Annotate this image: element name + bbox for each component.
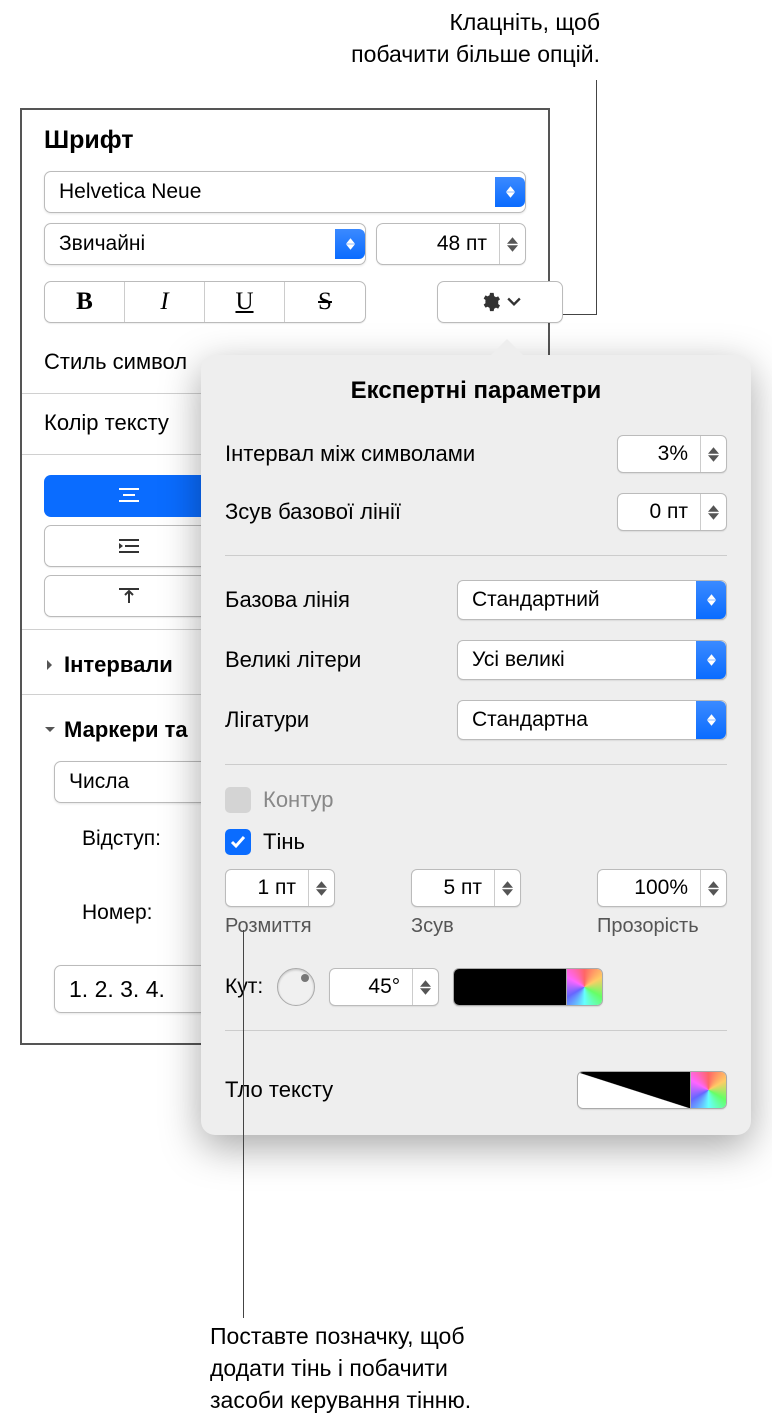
ligatures-value: Стандартна [472,708,588,732]
indent-icon [117,537,141,555]
number-label: Номер: [82,901,152,925]
shadow-checkbox-row[interactable]: Тінь [225,821,727,863]
popover-title: Експертні параметри [225,377,727,425]
text-style-group: B I U S [44,281,366,323]
shadow-opacity-caption: Прозорість [597,911,699,938]
char-spacing-value: 3% [618,442,694,466]
char-spacing-label: Інтервал між символами [225,441,617,467]
color-wheel-icon[interactable] [690,1072,726,1108]
list-type-value: Числа [69,770,129,794]
indent-label: Відступ: [82,827,161,851]
outline-checkbox-row[interactable]: Контур [225,779,727,821]
gear-icon [479,291,501,313]
spacing-label: Інтервали [64,652,173,678]
caps-label: Великі літери [225,647,457,673]
baseline-shift-field[interactable]: 0 пт [617,493,727,531]
angle-label: Кут: [225,975,263,999]
callout-bottom: Поставте позначку, щобдодати тінь і поба… [210,1320,471,1417]
font-family-value: Helvetica Neue [59,180,201,204]
outline-checkbox[interactable] [225,787,251,813]
popup-arrows-icon [495,177,525,207]
outline-label: Контур [263,787,334,813]
shadow-blur-field[interactable]: 1 пт [225,869,335,907]
callout-top: Клацніть, щобпобачити більше опцій. [351,6,600,70]
shadow-opacity-value: 100% [598,876,694,900]
font-size-value: 48 пт [377,232,493,256]
popup-arrows-icon [696,641,726,679]
advanced-options-popover: Експертні параметри Інтервал між символа… [201,355,751,1135]
indent-button[interactable] [44,525,214,567]
font-family-popup[interactable]: Helvetica Neue [44,171,526,213]
align-center-icon [117,486,141,506]
callout-line-bottom [243,930,244,1318]
font-size-stepper[interactable] [499,224,525,264]
callout-top-text: Клацніть, щобпобачити більше опцій. [351,9,600,67]
divider [225,764,727,765]
bullets-label: Маркери та [64,717,188,743]
chevron-down-icon [507,291,521,313]
vertical-align-top-icon [117,587,141,605]
popup-arrows-icon [696,701,726,739]
vertical-align-button[interactable] [44,575,214,617]
baseline-shift-stepper[interactable] [700,494,726,530]
divider [225,555,727,556]
shadow-label: Тінь [263,829,305,855]
font-size-field[interactable]: 48 пт [376,223,526,265]
chevron-down-icon [44,724,56,736]
caps-value: Усі великі [472,648,565,672]
caps-popup[interactable]: Усі великі [457,640,727,680]
shadow-offset-stepper[interactable] [494,870,520,906]
shadow-blur-caption: Розмиття [225,911,312,938]
text-bg-color-button[interactable] [577,1071,727,1109]
baseline-label: Базова лінія [225,587,457,613]
font-section-header: Шрифт [22,110,548,167]
advanced-options-button[interactable] [437,281,563,323]
ligatures-popup[interactable]: Стандартна [457,700,727,740]
angle-value: 45° [330,975,406,999]
callout-bottom-text: Поставте позначку, щобдодати тінь і поба… [210,1323,471,1413]
popup-arrows-icon [335,229,365,259]
angle-field[interactable]: 45° [329,968,439,1006]
color-swatch-black [454,969,566,1005]
chevron-right-icon [44,659,56,671]
shadow-offset-value: 5 пт [412,876,488,900]
shadow-blur-value: 1 пт [226,876,302,900]
baseline-value: Стандартний [472,588,600,612]
angle-stepper[interactable] [412,969,438,1005]
shadow-opacity-field[interactable]: 100% [597,869,727,907]
callout-line-top [596,80,597,315]
align-center-button[interactable] [44,475,214,517]
strikethrough-button[interactable]: S [285,282,365,322]
underline-button[interactable]: U [205,282,285,322]
baseline-shift-value: 0 пт [618,500,694,524]
shadow-color-button[interactable] [453,968,603,1006]
shadow-blur-stepper[interactable] [308,870,334,906]
font-weight-value: Звичайні [59,232,145,256]
baseline-shift-label: Зсув базової лінії [225,499,617,525]
shadow-opacity-stepper[interactable] [700,870,726,906]
baseline-popup[interactable]: Стандартний [457,580,727,620]
list-format-value: 1. 2. 3. 4. [69,976,165,1003]
text-bg-label: Тло тексту [225,1077,333,1103]
font-weight-popup[interactable]: Звичайні [44,223,366,265]
char-spacing-field[interactable]: 3% [617,435,727,473]
color-swatch-none [578,1072,690,1108]
shadow-checkbox[interactable] [225,829,251,855]
popup-arrows-icon [696,581,726,619]
ligatures-label: Лігатури [225,707,457,733]
char-spacing-stepper[interactable] [700,436,726,472]
shadow-offset-field[interactable]: 5 пт [411,869,521,907]
color-wheel-icon[interactable] [566,969,602,1005]
angle-dial[interactable] [277,968,315,1006]
bold-button[interactable]: B [45,282,125,322]
italic-button[interactable]: I [125,282,205,322]
shadow-offset-caption: Зсув [411,911,454,938]
divider [225,1030,727,1031]
